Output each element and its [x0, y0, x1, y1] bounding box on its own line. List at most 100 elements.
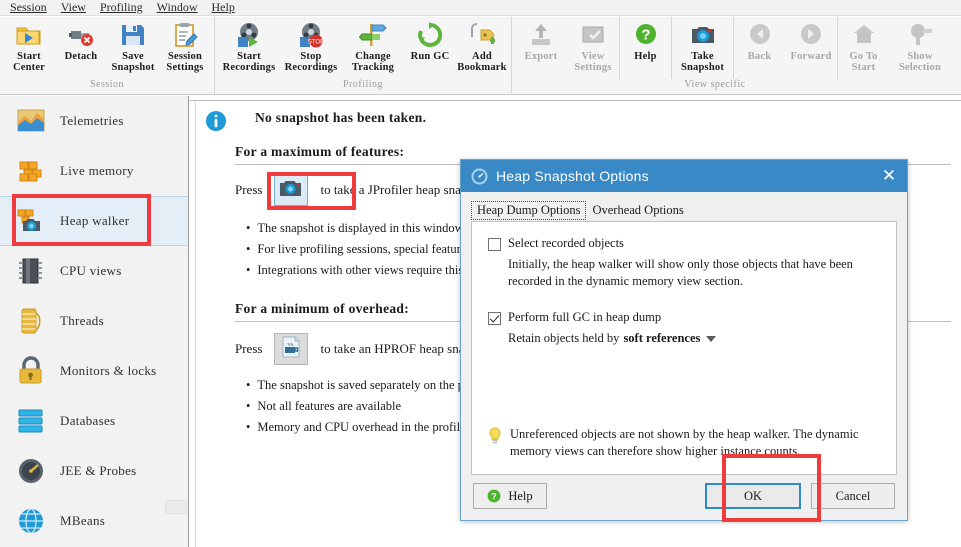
- threads-icon: [14, 304, 48, 338]
- heap-snapshot-options-dialog: Heap Snapshot Options ✕ Heap Dump Option…: [460, 159, 908, 521]
- option-description: Initially, the heap walker will show onl…: [508, 257, 853, 288]
- toolbar-button-run-gc[interactable]: Run GC: [404, 17, 456, 79]
- close-icon[interactable]: ✕: [877, 164, 901, 188]
- toolbar-group-label: Session: [89, 79, 125, 90]
- sidebar-item-jee-probes[interactable]: JEE & Probes: [0, 446, 188, 496]
- toolbar-label: Show Selection: [898, 51, 942, 73]
- toolbar-label: Stop Recordings: [284, 51, 338, 73]
- add-bookmark-icon: [468, 21, 496, 49]
- section-heading-min-overhead: For a minimum of overhead:: [235, 301, 410, 316]
- lightbulb-icon: [488, 427, 502, 445]
- camera-icon: [279, 178, 303, 202]
- help-circle-icon: ?: [487, 489, 501, 503]
- detach-icon: [67, 21, 95, 49]
- take-hprof-snapshot-button[interactable]: [274, 333, 309, 365]
- toolbar-label: Start Recordings: [222, 51, 276, 73]
- toolbar-button-detach[interactable]: Detach: [55, 17, 107, 79]
- jprofiler-icon: [471, 168, 488, 185]
- toolbar-label: Back: [747, 51, 772, 62]
- sidebar-item-threads[interactable]: Threads: [0, 296, 188, 346]
- toolbar-button-back[interactable]: Back: [733, 17, 785, 79]
- menu-item-profiling[interactable]: Profiling: [93, 0, 150, 15]
- sidebar-scrollbar[interactable]: [165, 500, 187, 514]
- retain-objects-row: Retain objects held by soft references: [508, 331, 880, 346]
- toolbar-label: Session Settings: [166, 51, 204, 73]
- sidebar-item-label: MBeans: [60, 513, 106, 528]
- menu-item-view[interactable]: View: [54, 0, 93, 15]
- change-tracking-icon: [358, 21, 387, 49]
- toolbar-button-start-center[interactable]: Start Center: [3, 17, 55, 79]
- menu-item-session[interactable]: Session: [3, 0, 54, 15]
- save-snapshot-icon: [119, 21, 147, 49]
- retain-prefix: Retain objects held by: [508, 331, 620, 345]
- no-snapshot-banner: No snapshot has been taken.: [205, 110, 426, 132]
- toolbar-label: View Settings: [574, 51, 612, 73]
- toolbar-button-start-recordings[interactable]: Start Recordings: [218, 17, 280, 79]
- sidebar-item-label: Telemetries: [60, 113, 124, 128]
- toolbar-button-session-settings[interactable]: Session Settings: [159, 17, 211, 79]
- databases-icon: [14, 404, 48, 438]
- dialog-title-bar: Heap Snapshot Options ✕: [461, 160, 907, 192]
- option-select-recorded-objects[interactable]: Select recorded objects: [488, 236, 880, 251]
- dialog-footer: ? Help OK Cancel: [461, 472, 907, 520]
- section-heading-max-features: For a maximum of features:: [235, 144, 405, 159]
- press-row-hprof-snapshot: Press to take an HPROF heap snapshot: [235, 333, 493, 365]
- toolbar-button-view-settings[interactable]: View Settings: [567, 17, 619, 79]
- toolbar-button-export[interactable]: Export: [515, 17, 567, 79]
- menu-item-help[interactable]: Help: [205, 0, 242, 15]
- sidebar-item-live-memory[interactable]: Live memory: [0, 146, 188, 196]
- info-icon: [205, 110, 227, 132]
- sidebar-item-databases[interactable]: Databases: [0, 396, 188, 446]
- tab-heap-dump-options[interactable]: Heap Dump Options: [471, 201, 587, 220]
- toolbar-label: Help: [634, 51, 657, 62]
- toolbar-button-go-to-start[interactable]: Go To Start: [837, 17, 889, 79]
- retain-value[interactable]: soft references: [623, 331, 700, 346]
- ok-button[interactable]: OK: [705, 483, 801, 509]
- heap-dump-options-panel: Select recorded objects Initially, the h…: [471, 221, 897, 475]
- toolbar-button-stop-recordings[interactable]: STOP Stop Recordings: [280, 17, 342, 79]
- sidebar-item-telemetries[interactable]: Telemetries: [0, 96, 188, 146]
- svg-text:STOP: STOP: [308, 40, 324, 46]
- checkbox-select-recorded-objects[interactable]: [488, 238, 501, 251]
- toolbar-button-change-tracking[interactable]: Change Tracking: [342, 17, 404, 79]
- help-button[interactable]: ? Help: [473, 483, 547, 509]
- dialog-body: Heap Dump Options Overhead Options Selec…: [461, 192, 907, 475]
- toolbar-button-show-selection[interactable]: Show Selection: [889, 17, 951, 79]
- dialog-tip: Unreferenced objects are not shown by th…: [488, 426, 882, 460]
- svg-text:?: ?: [641, 27, 650, 44]
- toolbar-button-add-bookmark[interactable]: Add Bookmark: [456, 17, 508, 79]
- toolbar-label: Export: [524, 51, 558, 62]
- menu-item-window[interactable]: Window: [150, 0, 205, 15]
- chevron-down-icon[interactable]: [706, 335, 717, 342]
- jprofiler-window: Session View Profiling Window Help Start…: [0, 0, 961, 547]
- checkbox-perform-full-gc[interactable]: [488, 312, 501, 325]
- take-jprofiler-snapshot-button[interactable]: [274, 174, 309, 206]
- toolbar: Start Center Detach Save Snapshot Sessio…: [0, 17, 961, 95]
- svg-text:?: ?: [492, 491, 498, 501]
- sidebar-item-label: Threads: [60, 313, 104, 328]
- sidebar-item-label: Monitors & locks: [60, 363, 157, 378]
- heap-walker-icon: [14, 204, 48, 238]
- option-label: Select recorded objects: [508, 236, 624, 250]
- start-center-icon: [15, 21, 43, 49]
- content-left-divider: [195, 101, 196, 547]
- sidebar-item-heap-walker[interactable]: Heap walker: [0, 196, 188, 246]
- toolbar-button-take-snapshot[interactable]: Take Snapshot: [671, 17, 733, 79]
- toolbar-button-help[interactable]: ? Help: [619, 17, 671, 79]
- cancel-button[interactable]: Cancel: [811, 483, 895, 509]
- tab-overhead-options[interactable]: Overhead Options: [586, 201, 689, 220]
- toolbar-button-forward[interactable]: Forward: [785, 17, 837, 79]
- jee-probes-icon: [14, 454, 48, 488]
- view-settings-icon: [579, 21, 607, 49]
- toolbar-label: Add Bookmark: [457, 51, 507, 73]
- toolbar-label: Detach: [64, 51, 98, 62]
- monitors-locks-icon: [14, 354, 48, 388]
- sidebar-item-mbeans[interactable]: MBeans: [0, 496, 188, 546]
- option-perform-full-gc[interactable]: Perform full GC in heap dump: [488, 310, 880, 325]
- toolbar-group-session: Start Center Detach Save Snapshot Sessio…: [0, 17, 215, 95]
- menu-bar: Session View Profiling Window Help: [0, 0, 961, 16]
- run-gc-icon: [416, 21, 444, 49]
- sidebar-item-cpu-views[interactable]: CPU views: [0, 246, 188, 296]
- toolbar-button-save-snapshot[interactable]: Save Snapshot: [107, 17, 159, 79]
- sidebar-item-monitors-locks[interactable]: Monitors & locks: [0, 346, 188, 396]
